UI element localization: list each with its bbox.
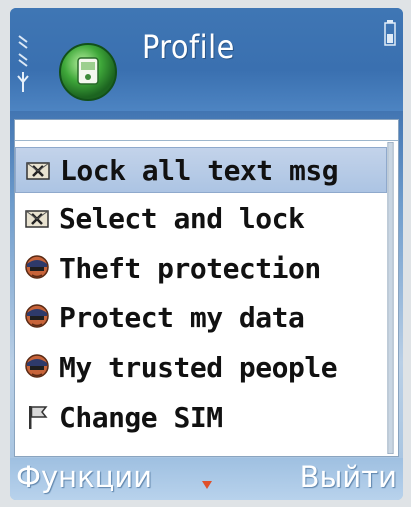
menu-item-change-sim[interactable]: Change SIM bbox=[15, 394, 387, 440]
menu-item-select-and-lock[interactable]: Select and lock bbox=[15, 195, 387, 241]
menu-item-lock-all-text-msg[interactable]: Lock all text msg bbox=[15, 147, 387, 193]
menu-item-label: Protect my data bbox=[59, 300, 305, 334]
menu-item-label: My trusted people bbox=[59, 350, 338, 384]
list-top-divider bbox=[15, 120, 398, 141]
signal-strength-icon bbox=[17, 35, 29, 92]
menu-item-label: Theft protection bbox=[59, 251, 321, 285]
profile-app-icon bbox=[59, 43, 117, 101]
menu-list: Lock all text msg Select and lock Theft … bbox=[14, 119, 399, 457]
menu-item-protect-my-data[interactable]: Protect my data bbox=[15, 294, 387, 340]
agent-icon bbox=[15, 254, 59, 282]
exit-softkey[interactable]: Выйти bbox=[300, 460, 397, 494]
page-title: Profile bbox=[142, 28, 235, 66]
menu-item-theft-protection[interactable]: Theft protection bbox=[15, 245, 387, 291]
header-bar: Profile bbox=[10, 8, 403, 111]
menu-item-label: Lock all text msg bbox=[60, 153, 339, 187]
battery-icon bbox=[384, 20, 396, 46]
agent-icon bbox=[15, 303, 59, 331]
menu-item-label: Select and lock bbox=[59, 201, 305, 235]
lock-message-icon bbox=[15, 205, 59, 231]
menu-item-my-trusted-people[interactable]: My trusted people bbox=[15, 344, 387, 390]
flag-icon bbox=[15, 403, 59, 431]
menu-item-label: Change SIM bbox=[59, 400, 223, 434]
lock-message-icon bbox=[16, 157, 60, 183]
softkey-bar: Функции Выйти bbox=[10, 458, 403, 500]
phone-screen: Profile Lock all text msg Select and loc… bbox=[10, 8, 403, 500]
select-key-icon[interactable] bbox=[200, 478, 214, 492]
scrollbar[interactable] bbox=[387, 142, 394, 454]
options-softkey[interactable]: Функции bbox=[16, 460, 152, 494]
agent-icon bbox=[15, 353, 59, 381]
